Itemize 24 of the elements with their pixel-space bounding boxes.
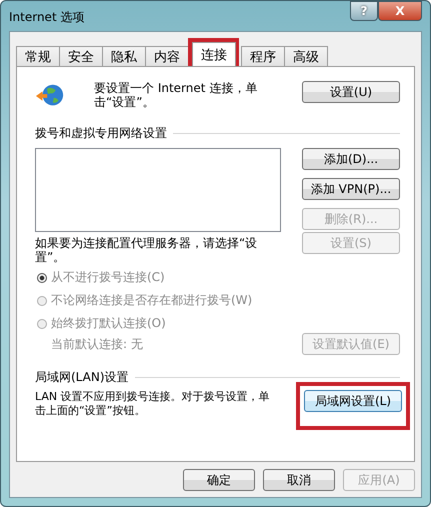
setup-instruction: 要设置一个 Internet 连接，单击“设置”。: [94, 81, 258, 109]
tab[interactable]: 高级: [284, 46, 328, 66]
tab[interactable]: 隐私: [102, 46, 146, 66]
lan-instruction: LAN 设置不应用到拨号连接。对于拨号设置，单击上面的“设置”按钮。: [35, 390, 270, 418]
tab[interactable]: 常规: [16, 46, 60, 66]
window-title: Internet 选项: [9, 9, 84, 26]
tab[interactable]: 程序: [241, 46, 285, 66]
tab[interactable]: 内容: [145, 46, 189, 66]
setup-button[interactable]: 设置(U): [302, 81, 400, 103]
radio-label: 始终拨打默认连接(O): [51, 315, 166, 332]
dialog-button[interactable]: 取消: [263, 469, 335, 491]
section-title: 拨号和虚拟专用网络设置: [35, 125, 167, 142]
tab[interactable]: 连接: [192, 42, 236, 66]
default-connection-label: 当前默认连接: 无: [51, 337, 143, 351]
radio-label: 从不进行拨号连接(C): [51, 269, 165, 286]
dialup-button[interactable]: 添加(D)...: [302, 148, 400, 170]
section-title: 局域网(LAN)设置: [35, 369, 129, 386]
proxy-instruction: 如果要为连接配置代理服务器，请选择“设置”。: [35, 236, 258, 264]
lan-settings-button[interactable]: 局域网设置(L): [304, 390, 402, 412]
tab[interactable]: 安全: [59, 46, 103, 66]
dialup-button[interactable]: 添加 VPN(P)...: [302, 178, 400, 200]
dialog-button[interactable]: 确定: [183, 469, 255, 491]
connection-list[interactable]: [35, 148, 281, 232]
radio-label: 不论网络连接是否存在都进行拨号(W): [51, 292, 252, 309]
